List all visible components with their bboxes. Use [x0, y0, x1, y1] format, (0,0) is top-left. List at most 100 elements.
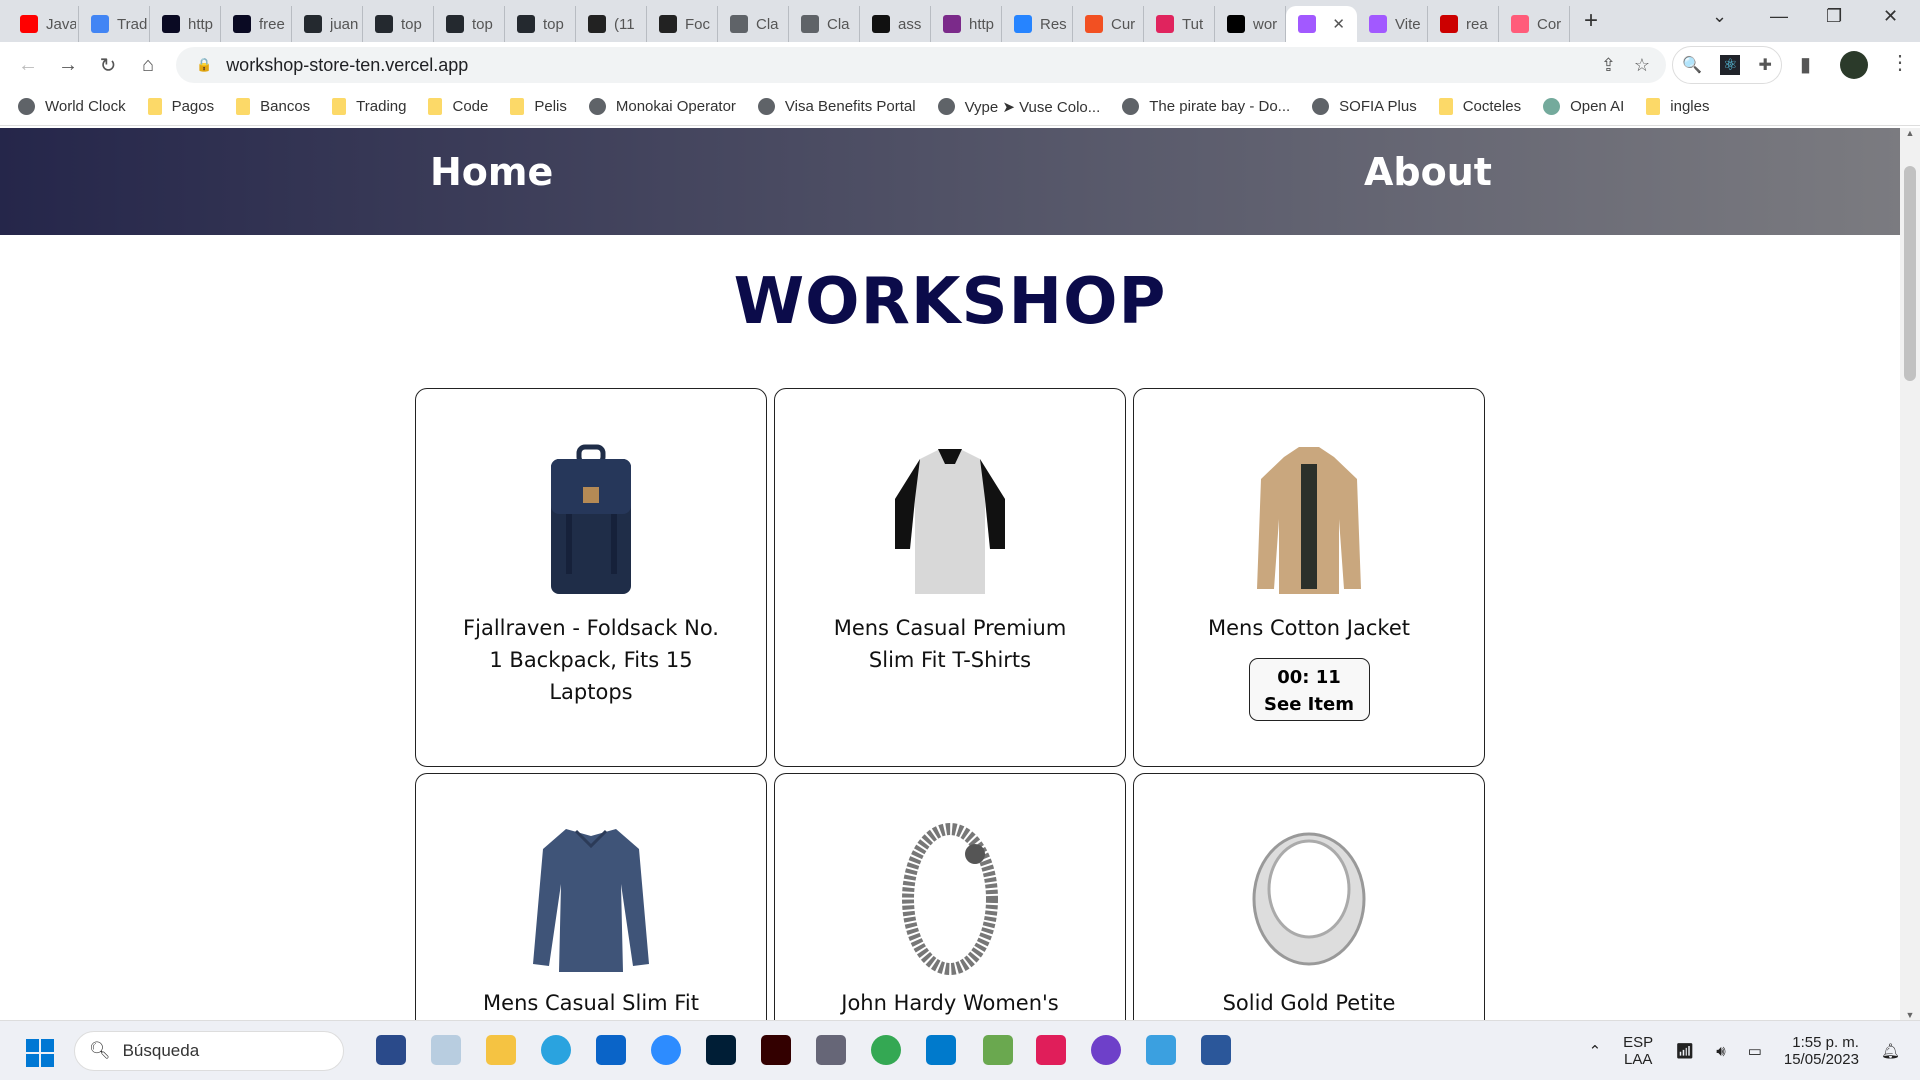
- vscode-icon[interactable]: [926, 1035, 956, 1065]
- calculator-icon[interactable]: [816, 1035, 846, 1065]
- bookmark-item[interactable]: Pelis: [510, 98, 567, 115]
- windows-start-icon[interactable]: [26, 1039, 54, 1067]
- browser-tab[interactable]: Res: [1002, 6, 1073, 42]
- lock-icon: 🔒: [196, 57, 213, 72]
- nav-about-link[interactable]: About: [1364, 150, 1492, 194]
- browser-tab[interactable]: ass: [860, 6, 931, 42]
- browser-tab[interactable]: (11: [576, 6, 647, 42]
- fx-choice-icon[interactable]: [376, 1035, 406, 1065]
- bookmark-item[interactable]: Trading: [332, 98, 406, 115]
- browser-tab[interactable]: http: [150, 6, 221, 42]
- bookmark-item[interactable]: Pagos: [147, 98, 214, 115]
- bookmark-item[interactable]: Code: [428, 98, 488, 115]
- profile-avatar[interactable]: [1840, 51, 1868, 79]
- tab-favicon-icon: [1511, 15, 1529, 33]
- stock-chart-icon[interactable]: [431, 1035, 461, 1065]
- browser-tab[interactable]: Trad: [79, 6, 150, 42]
- browser-tab[interactable]: ✕: [1286, 6, 1357, 42]
- app-icon[interactable]: [983, 1035, 1013, 1065]
- browser-tab[interactable]: Cla: [718, 6, 789, 42]
- side-panel-icon[interactable]: ▮: [1800, 52, 1811, 77]
- clock[interactable]: 1:55 p. m. 15/05/2023: [1784, 1034, 1859, 1068]
- address-bar[interactable]: 🔒 workshop-store-ten.vercel.app ⇪ ☆: [176, 47, 1666, 83]
- product-title: Mens Casual Premium Slim Fit T-Shirts: [833, 616, 1067, 672]
- minimize-button[interactable]: —: [1770, 6, 1788, 27]
- new-tab-button[interactable]: +: [1584, 7, 1598, 35]
- file-explorer-icon[interactable]: [486, 1035, 516, 1065]
- share-icon[interactable]: ⇪: [1601, 55, 1616, 76]
- reload-icon[interactable]: ↻: [88, 53, 128, 78]
- extensions-puzzle-icon[interactable]: ✚: [1759, 55, 1772, 75]
- bookmark-item[interactable]: The pirate bay - Do...: [1122, 98, 1290, 115]
- bookmark-item[interactable]: Vype ➤ Vuse Colo...: [937, 98, 1100, 116]
- tab-favicon-icon: [1156, 15, 1174, 33]
- back-icon[interactable]: ←: [8, 54, 48, 77]
- slack-icon[interactable]: [1036, 1035, 1066, 1065]
- bookmark-item[interactable]: ingles: [1646, 98, 1709, 115]
- browser-tab[interactable]: Cur: [1073, 6, 1144, 42]
- zoom-icon[interactable]: [651, 1035, 681, 1065]
- wifi-icon[interactable]: 📶︎: [1675, 1042, 1694, 1060]
- browser-tab[interactable]: top: [363, 6, 434, 42]
- telegram-icon[interactable]: [541, 1035, 571, 1065]
- browser-tab[interactable]: Tut: [1144, 6, 1215, 42]
- bookmark-item[interactable]: Monokai Operator: [588, 98, 736, 115]
- tab-search-icon[interactable]: ⌄: [1712, 6, 1727, 27]
- battery-icon[interactable]: ▭: [1748, 1042, 1762, 1060]
- bookmark-item[interactable]: Cocteles: [1438, 98, 1521, 115]
- photoshop-icon[interactable]: [706, 1035, 736, 1065]
- volume-icon[interactable]: 🔊︎: [1716, 1043, 1725, 1060]
- notifications-bell-icon[interactable]: 🔔︎: [1881, 1042, 1900, 1060]
- menu-icon[interactable]: ⋮: [1890, 50, 1910, 75]
- notepad-icon[interactable]: [1146, 1035, 1176, 1065]
- taskbar-search[interactable]: 🔍︎ Búsqueda: [74, 1031, 344, 1071]
- extension-search-icon[interactable]: 🔍: [1682, 55, 1702, 75]
- word-icon[interactable]: [1201, 1035, 1231, 1065]
- github-desktop-icon[interactable]: [1091, 1035, 1121, 1065]
- globe-icon: [1122, 98, 1140, 115]
- scrollbar[interactable]: ▲ ▼: [1900, 128, 1920, 1020]
- restore-button[interactable]: ❐: [1826, 6, 1842, 27]
- date-text: 15/05/2023: [1783, 1051, 1859, 1068]
- see-item-button[interactable]: 00: 11 See Item: [1248, 658, 1370, 721]
- browser-tab[interactable]: Java: [8, 6, 79, 42]
- home-icon[interactable]: ⌂: [128, 54, 168, 77]
- bookmark-item[interactable]: Visa Benefits Portal: [757, 98, 916, 115]
- browser-tab[interactable]: juan: [292, 6, 363, 42]
- language-indicator[interactable]: ESP LAA: [1623, 1034, 1653, 1068]
- bookmark-item[interactable]: Open AI: [1543, 98, 1624, 115]
- scrollbar-thumb[interactable]: [1904, 166, 1916, 381]
- forward-icon[interactable]: →: [48, 54, 88, 77]
- scroll-up-icon[interactable]: ▲: [1900, 128, 1920, 138]
- close-window-button[interactable]: ✕: [1883, 6, 1898, 27]
- search-placeholder: Búsqueda: [122, 1041, 200, 1060]
- tab-label: Cla: [827, 15, 850, 33]
- browser-tab[interactable]: free: [221, 6, 292, 42]
- tab-strip: Java Trad http free juan top top top (11 Foc Cla Cl…: [0, 0, 1920, 42]
- browser-tab[interactable]: Cla: [789, 6, 860, 42]
- browser-tab[interactable]: top: [505, 6, 576, 42]
- bookmark-star-icon[interactable]: ☆: [1634, 55, 1650, 76]
- browser-tab[interactable]: Foc: [647, 6, 718, 42]
- bookmark-item[interactable]: SOFIA Plus: [1312, 98, 1417, 115]
- outlook-icon[interactable]: [596, 1035, 626, 1065]
- bookmark-item[interactable]: Bancos: [236, 98, 310, 115]
- nav-home-link[interactable]: Home: [430, 150, 553, 194]
- browser-tab[interactable]: wor: [1215, 6, 1286, 42]
- tray-overflow-icon[interactable]: ⌃: [1589, 1042, 1602, 1060]
- browser-tab[interactable]: top: [434, 6, 505, 42]
- bookmark-item[interactable]: World Clock: [18, 98, 126, 115]
- close-tab-icon[interactable]: ✕: [1332, 15, 1345, 33]
- chrome-icon[interactable]: [871, 1035, 901, 1065]
- browser-tab[interactable]: rea: [1428, 6, 1499, 42]
- folder-icon: [147, 98, 162, 115]
- tab-favicon-icon: [1440, 15, 1458, 33]
- illustrator-icon[interactable]: [761, 1035, 791, 1065]
- scroll-down-icon[interactable]: ▼: [1900, 1010, 1920, 1020]
- browser-tab[interactable]: Cor: [1499, 6, 1570, 42]
- tab-label: Cla: [756, 15, 779, 33]
- browser-tab[interactable]: Vite: [1357, 6, 1428, 42]
- tab-favicon-icon: [1014, 15, 1032, 33]
- react-devtools-icon[interactable]: ⚛: [1720, 55, 1741, 75]
- browser-tab[interactable]: http: [931, 6, 1002, 42]
